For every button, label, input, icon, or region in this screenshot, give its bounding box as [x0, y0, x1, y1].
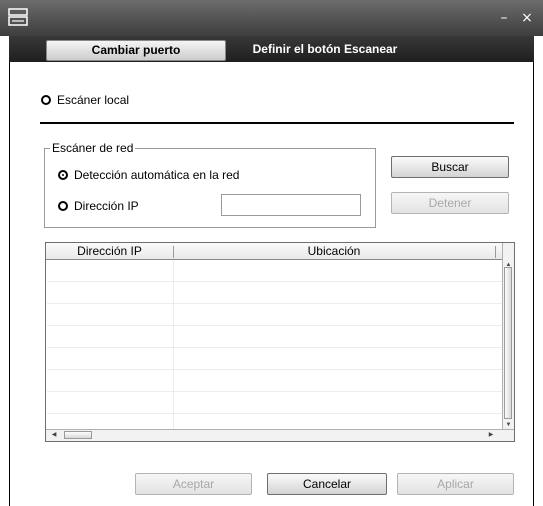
tab-bar: Cambiar puerto Definir el botón Escanear — [9, 36, 534, 62]
scanner-icon — [8, 8, 28, 26]
minimize-icon[interactable]: – — [495, 8, 513, 28]
scroll-left-icon[interactable]: ◀ — [49, 431, 59, 439]
cancel-button[interactable]: Cancelar — [267, 473, 387, 495]
scroll-right-icon[interactable]: ▶ — [486, 431, 496, 439]
auto-detect-radio[interactable] — [58, 170, 68, 180]
column-header-ip[interactable]: Dirección IP — [46, 243, 173, 259]
auto-detect-label[interactable]: Detección automática en la red — [74, 168, 239, 182]
table-header: Dirección IP Ubicación — [46, 243, 504, 260]
row-grid-line — [47, 391, 505, 392]
close-icon[interactable]: × — [518, 8, 536, 28]
local-scanner-radio[interactable] — [41, 95, 51, 105]
row-grid-line — [47, 413, 505, 414]
row-grid-line — [47, 303, 505, 304]
row-grid-line — [47, 281, 505, 282]
stop-button[interactable]: Detener — [391, 192, 509, 214]
vertical-scrollbar[interactable]: ▲ ▼ — [502, 243, 514, 431]
ip-address-radio[interactable] — [58, 201, 68, 211]
vertical-scroll-thumb[interactable] — [504, 267, 512, 419]
column-grid-line — [173, 260, 174, 430]
search-button[interactable]: Buscar — [391, 156, 509, 178]
network-scanner-group-title: Escáner de red — [50, 141, 136, 155]
horizontal-scrollbar[interactable]: ◀ ▶ — [46, 429, 514, 441]
ip-address-label[interactable]: Dirección IP — [74, 199, 139, 213]
accept-button[interactable]: Aceptar — [135, 473, 252, 495]
title-bar: – × — [0, 0, 543, 36]
network-scanner-group — [44, 148, 376, 228]
row-grid-line — [47, 325, 505, 326]
scanner-table[interactable]: Dirección IP Ubicación ▲ ▼ ◀ ▶ — [45, 242, 515, 442]
apply-button[interactable]: Aplicar — [397, 473, 514, 495]
tab-change-port[interactable]: Cambiar puerto — [46, 40, 226, 61]
horizontal-scroll-thumb[interactable] — [64, 431, 92, 439]
local-scanner-label[interactable]: Escáner local — [57, 93, 129, 107]
row-grid-line — [47, 347, 505, 348]
column-header-location[interactable]: Ubicación — [174, 243, 494, 259]
scroll-down-icon[interactable]: ▼ — [504, 421, 513, 429]
window-border-right — [533, 62, 534, 506]
ip-address-input[interactable] — [221, 194, 361, 216]
section-separator — [40, 122, 514, 124]
row-grid-line — [47, 369, 505, 370]
tab-define-scan-button[interactable]: Definir el botón Escanear — [235, 40, 415, 59]
column-divider[interactable] — [495, 246, 496, 258]
window-border-left — [9, 62, 10, 506]
